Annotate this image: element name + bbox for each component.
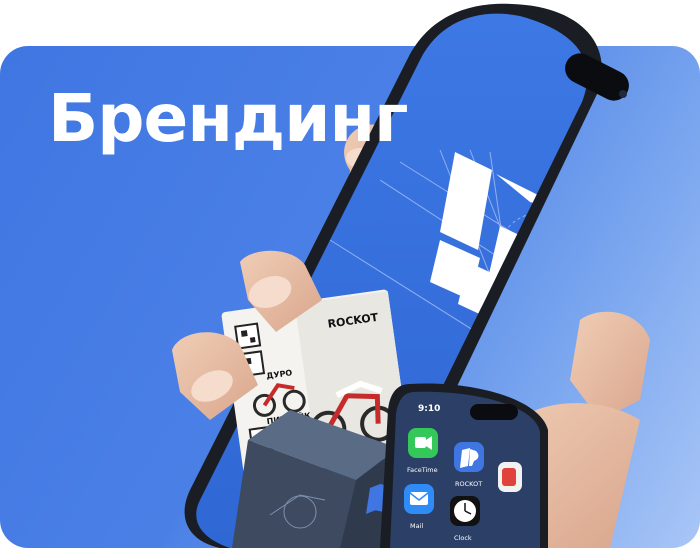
app-label-facetime: FaceTime xyxy=(407,466,438,474)
app-facetime[interactable]: FaceTime xyxy=(407,428,438,474)
app-label-mail: Mail xyxy=(410,522,423,530)
envelope-icon xyxy=(410,492,428,505)
video-camera-icon xyxy=(415,437,426,448)
app-label-rockot: ROCKOT xyxy=(455,480,482,488)
small-phone: 9:10 FaceTime ROCKOT Mail Clock xyxy=(380,383,548,548)
banner-title: Брендинг xyxy=(48,80,409,157)
app-rockot[interactable]: ROCKOT xyxy=(454,442,484,488)
app-label-clock: Clock xyxy=(454,534,472,542)
small-phone-time: 9:10 xyxy=(418,404,440,414)
